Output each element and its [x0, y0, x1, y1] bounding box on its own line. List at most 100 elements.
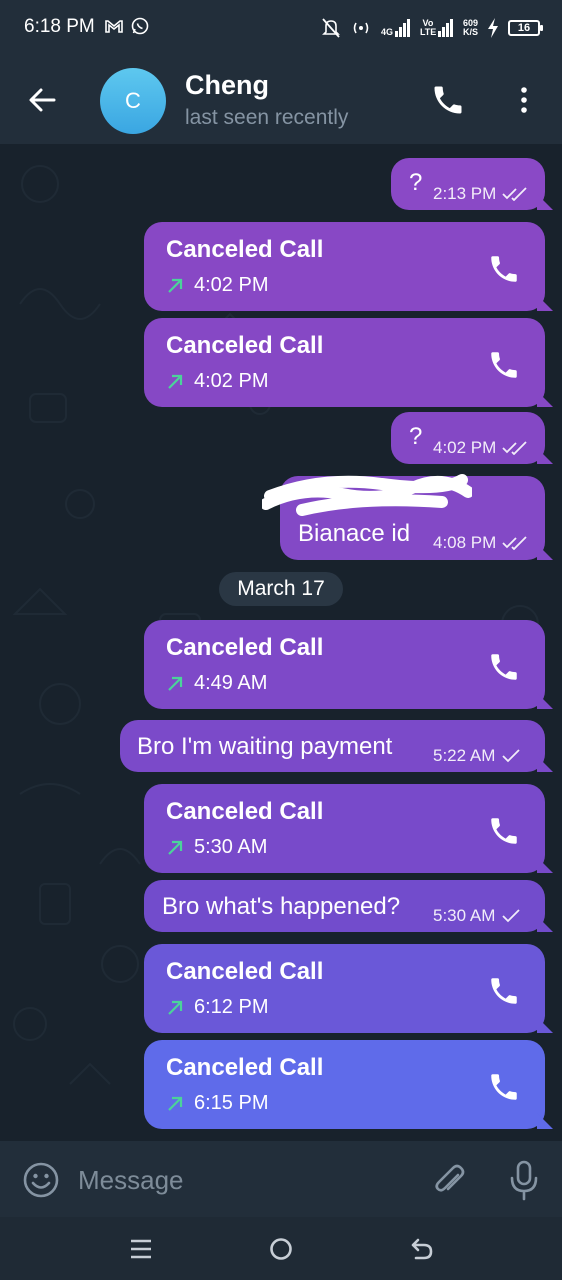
back-curve-icon [411, 1238, 433, 1260]
call-time: 4:02 PM [194, 274, 269, 296]
message-input[interactable] [78, 1161, 408, 1199]
smiley-icon [23, 1162, 59, 1198]
phone-icon[interactable] [487, 650, 521, 684]
signal-bars-icon [437, 19, 453, 37]
outgoing-arrow-icon [168, 374, 183, 389]
call-message[interactable]: Canceled Call 6:12 PM [144, 944, 545, 1033]
message-text: Bianace id [298, 520, 411, 547]
signal-2-indicator: Vo LTE [420, 19, 454, 37]
message-text: ? [409, 423, 423, 450]
call-subline: 6:15 PM [166, 1092, 268, 1115]
call-time: 6:15 PM [194, 1092, 269, 1114]
message-meta: 4:08 PM [433, 533, 528, 553]
back-button[interactable] [22, 82, 62, 118]
recent-apps-button[interactable] [128, 1237, 154, 1261]
message-text: ? [409, 169, 423, 196]
call-title: Canceled Call [166, 1054, 324, 1081]
call-title: Canceled Call [166, 958, 324, 985]
outgoing-arrow-icon [168, 278, 183, 293]
call-title: Canceled Call [166, 332, 324, 359]
double-check-icon [502, 187, 527, 201]
message-text: Bro I'm waiting payment [137, 733, 393, 760]
call-subline: 5:30 AM [166, 836, 267, 859]
message-meta: 5:22 AM [433, 746, 521, 766]
redaction-scribble [262, 474, 472, 516]
signal-bars-icon [394, 19, 410, 37]
chat-messages-area[interactable]: ? 2:13 PM Canceled Call 4:02 PM Canceled… [0, 144, 562, 1141]
outgoing-arrow-icon [168, 840, 183, 855]
message-time: 2:13 PM [433, 184, 497, 203]
single-check-icon [502, 749, 521, 763]
call-subline: 4:02 PM [166, 274, 268, 297]
double-check-icon [502, 441, 527, 455]
home-circle-icon [270, 1238, 292, 1260]
double-check-icon [502, 536, 527, 550]
call-subline: 6:12 PM [166, 996, 268, 1019]
message-time: 4:08 PM [433, 533, 497, 552]
message-time: 4:02 PM [433, 438, 497, 457]
call-time: 4:49 AM [194, 672, 268, 694]
menu-lines-icon [131, 1239, 151, 1259]
status-time: 6:18 PM [24, 16, 95, 37]
phone-icon[interactable] [487, 252, 521, 286]
message-time: 5:30 AM [433, 906, 496, 925]
call-message[interactable]: Canceled Call 4:02 PM [144, 222, 545, 311]
system-navigation-bar [0, 1217, 562, 1280]
message-meta: 2:13 PM [433, 184, 528, 204]
avatar[interactable]: C [100, 68, 166, 134]
battery-indicator: 16 [508, 20, 543, 36]
phone-icon[interactable] [487, 1070, 521, 1104]
call-message[interactable]: Canceled Call 4:49 AM [144, 620, 545, 709]
network-2-label: Vo LTE [419, 18, 437, 37]
status-system-icons: 4G Vo LTE 609 K/S 16 [321, 14, 543, 42]
voice-message-button[interactable] [508, 1159, 540, 1201]
status-bar: 6:18 PM 4G Vo LTE 609 K/S 16 [0, 0, 562, 56]
message-text: Bro what's happened? [162, 893, 401, 920]
single-check-icon [502, 909, 521, 923]
outgoing-message[interactable]: Bro what's happened? 5:30 AM [144, 880, 545, 932]
charging-bolt-icon [488, 18, 498, 38]
status-notification-icons [104, 16, 150, 40]
paperclip-icon [435, 1164, 465, 1192]
date-separator: March 17 [219, 572, 343, 606]
phone-icon[interactable] [487, 348, 521, 382]
phone-icon [434, 86, 462, 114]
call-message[interactable]: Canceled Call 5:30 AM [144, 784, 545, 873]
call-title: Canceled Call [166, 236, 324, 263]
call-time: 5:30 AM [194, 836, 268, 858]
whatsapp-icon [131, 17, 149, 35]
chat-header: C Cheng last seen recently [0, 56, 562, 144]
message-meta: 4:02 PM [433, 438, 528, 458]
contact-name[interactable]: Cheng [185, 70, 269, 101]
phone-icon[interactable] [487, 814, 521, 848]
network-speed: 609 K/S [463, 19, 478, 37]
call-message[interactable]: Canceled Call 4:02 PM [144, 318, 545, 407]
message-meta: 5:30 AM [433, 906, 521, 926]
call-subline: 4:49 AM [166, 672, 267, 695]
phone-icon[interactable] [487, 974, 521, 1008]
outgoing-arrow-icon [168, 1000, 183, 1015]
call-message[interactable]: Canceled Call 6:15 PM [144, 1040, 545, 1129]
system-back-button[interactable] [408, 1235, 436, 1263]
contact-status: last seen recently [185, 106, 349, 129]
arrow-left-icon [29, 88, 56, 112]
call-time: 4:02 PM [194, 370, 269, 392]
more-options-button[interactable] [512, 82, 536, 118]
gmail-icon [105, 20, 123, 33]
call-time: 6:12 PM [194, 996, 269, 1018]
microphone-icon [510, 1160, 538, 1201]
hotspot-icon [353, 22, 369, 34]
outgoing-message[interactable]: ? 2:13 PM [391, 158, 545, 210]
network-1-label: 4G [380, 27, 393, 37]
attach-button[interactable] [432, 1161, 468, 1199]
voice-call-button[interactable] [430, 82, 470, 118]
emoji-button[interactable] [22, 1161, 60, 1199]
call-title: Canceled Call [166, 634, 324, 661]
outgoing-message[interactable]: ? 4:02 PM [391, 412, 545, 464]
home-button[interactable] [268, 1236, 294, 1262]
message-composer [0, 1141, 562, 1217]
mute-bell-icon [322, 18, 340, 38]
more-vertical-icon [521, 87, 527, 113]
call-subline: 4:02 PM [166, 370, 268, 393]
outgoing-message[interactable]: Bro I'm waiting payment 5:22 AM [120, 720, 545, 772]
